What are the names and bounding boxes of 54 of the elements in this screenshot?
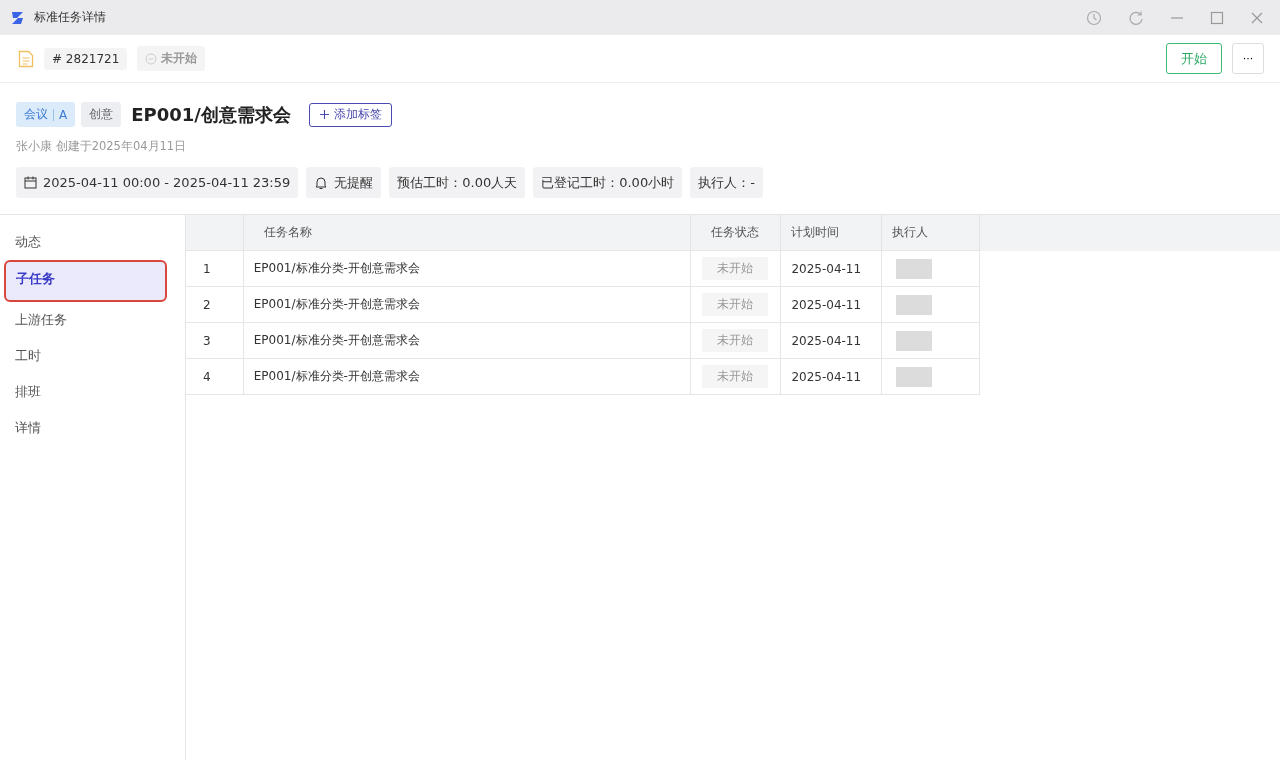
row-number: 3 — [186, 322, 244, 359]
table-cell: EP001/标准分类-开创意需求会 — [243, 358, 691, 395]
sidebar-item[interactable]: 子任务 — [4, 260, 167, 302]
column-header: 计划时间 — [780, 215, 882, 251]
close-icon[interactable] — [1250, 10, 1264, 25]
table-cell: EP001/标准分类-开创意需求会 — [243, 322, 691, 359]
task-title: EP001/创意需求会 — [131, 102, 291, 127]
status-badge: 未开始 — [702, 365, 769, 388]
refresh-icon[interactable] — [1128, 9, 1144, 26]
reminder-chip[interactable]: 无提醒 — [306, 167, 382, 198]
row-number: 2 — [186, 286, 244, 323]
plus-icon — [318, 109, 330, 120]
redaction-block — [895, 294, 932, 315]
info-chip[interactable]: 预估工时：0.00人天 — [389, 167, 526, 198]
logo-icon — [10, 9, 26, 26]
sidebar-item[interactable]: 详情 — [5, 410, 180, 446]
column-header: 执行人 — [881, 215, 980, 251]
table-cell: EP001/标准分类-开创意需求会 — [243, 286, 691, 323]
row-number: 1 — [186, 250, 244, 287]
status-badge: 未开始 — [702, 329, 769, 352]
tag: 创意 — [81, 102, 122, 127]
info-chip[interactable]: 执行人：- — [690, 167, 763, 198]
add-tag-button[interactable]: 添加标签 — [308, 102, 392, 127]
history-icon[interactable] — [1086, 9, 1102, 26]
document-icon — [18, 49, 34, 68]
table-cell: 2025-04-11 — [780, 322, 882, 359]
column-header: 任务状态 — [690, 215, 781, 251]
tag: 会议 A — [16, 102, 76, 127]
column-header: 任务名称 — [243, 215, 691, 251]
date-range[interactable]: 2025-04-11 00:00 - 2025-04-11 23:59 — [16, 167, 299, 198]
sidebar-item[interactable]: 工时 — [5, 338, 180, 374]
table-cell: 2025-04-11 — [780, 358, 882, 395]
calendar-icon — [24, 176, 37, 189]
redaction-block — [895, 258, 932, 279]
window-title: 标准任务详情 — [34, 9, 106, 26]
info-chip[interactable]: 已登记工时：0.00小时 — [533, 167, 683, 198]
table-cell: 2025-04-11 — [780, 286, 882, 323]
status-badge: 未开始 — [137, 46, 206, 71]
table-cell: EP001/标准分类-开创意需求会 — [243, 250, 691, 287]
row-number: 4 — [186, 358, 244, 395]
redaction-block — [895, 330, 932, 351]
creator-text: 张小康 创建于2025年04月11日 — [16, 139, 188, 154]
task-id: # 2821721 — [44, 47, 128, 70]
status-badge: 未开始 — [702, 293, 769, 316]
maximize-icon[interactable] — [1210, 10, 1224, 25]
more-button[interactable]: ··· — [1232, 43, 1264, 74]
sidebar-item[interactable]: 动态 — [5, 224, 180, 260]
sidebar-item[interactable]: 排班 — [5, 374, 180, 410]
minus-circle-icon — [145, 52, 158, 65]
table-cell: 2025-04-11 — [780, 250, 882, 287]
status-badge: 未开始 — [702, 257, 769, 280]
bell-icon — [314, 175, 329, 190]
redaction-block — [895, 366, 932, 387]
sidebar-item[interactable]: 上游任务 — [5, 302, 180, 338]
